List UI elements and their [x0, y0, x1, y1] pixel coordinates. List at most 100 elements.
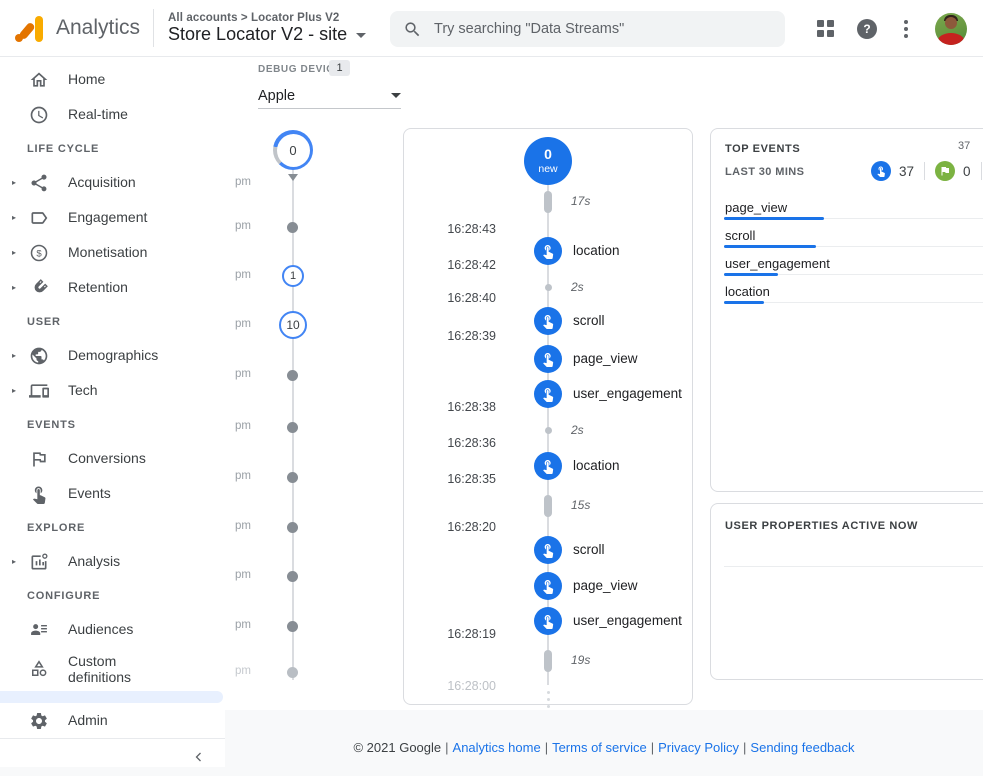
stream-event-name[interactable]: scroll: [573, 313, 605, 328]
sidebar-item-custom-definitions[interactable]: Custom definitions: [0, 647, 225, 691]
stream-gap-duration: 19s: [571, 653, 590, 667]
sidebar-item-admin[interactable]: Admin: [0, 703, 225, 738]
debug-device-count-badge: 1: [329, 60, 350, 76]
user-properties-title: USER PROPERTIES ACTIVE NOW: [725, 520, 918, 532]
debugview-selected-highlight[interactable]: [0, 691, 223, 703]
main-content: DEBUG DEVICE 1 Apple 0 pmpmpm1pm10pmpmpm…: [225, 57, 983, 776]
sidebar-item-conversions[interactable]: Conversions: [0, 441, 225, 476]
footer-link-analytics-home[interactable]: Analytics home: [453, 740, 541, 755]
tech-icon: [29, 381, 49, 401]
top-event-bar: [724, 217, 824, 220]
stream-event-name[interactable]: location: [573, 458, 620, 473]
stream-gap-duration: 2s: [571, 280, 584, 294]
sidebar-item-retention[interactable]: ▸Retention: [0, 270, 225, 305]
admin-icon: [29, 711, 49, 731]
analytics-logo-icon[interactable]: [15, 15, 45, 42]
user-properties-card: USER PROPERTIES ACTIVE NOW: [710, 503, 983, 680]
top-event-name[interactable]: user_engagement: [725, 256, 830, 271]
sidebar-item-label: Acquisition: [68, 174, 178, 190]
minute-dot: [287, 472, 298, 483]
more-options-icon[interactable]: [900, 20, 912, 38]
touch-counter-icon: [871, 161, 891, 181]
event-touch-icon[interactable]: [534, 237, 562, 265]
stream-timestamp: 16:28:19: [404, 627, 496, 641]
events-icon: [29, 484, 49, 504]
minute-count-ring[interactable]: 10: [279, 311, 307, 339]
conversions-icon: [29, 449, 49, 469]
top-events-total: 37: [958, 140, 970, 152]
stream-event-name[interactable]: page_view: [573, 351, 638, 366]
debug-device-select[interactable]: Apple: [258, 83, 401, 109]
copyright: © 2021 Google: [353, 740, 441, 755]
counter-divider: [981, 162, 982, 180]
minute-dot: [287, 222, 298, 233]
minute-label: pm: [225, 318, 251, 330]
stream-event-name[interactable]: user_engagement: [573, 613, 682, 628]
sidebar-item-monetisation[interactable]: ▸$Monetisation: [0, 235, 225, 270]
stream-timestamp: 16:28:39: [404, 329, 496, 343]
stream-gap-duration: 15s: [571, 498, 590, 512]
help-icon[interactable]: ?: [857, 19, 877, 39]
footer-link-privacy-policy[interactable]: Privacy Policy: [658, 740, 739, 755]
stream-gap-duration: 2s: [571, 423, 584, 437]
event-touch-icon[interactable]: [534, 307, 562, 335]
stream-timestamp: 16:28:40: [404, 291, 496, 305]
sidebar-item-events[interactable]: Events: [0, 476, 225, 511]
collapse-sidebar-button[interactable]: [187, 745, 211, 769]
minute-count-ring[interactable]: 1: [282, 265, 304, 287]
sidebar-item-analysis[interactable]: ▸Analysis: [0, 544, 225, 579]
minute-dot: [287, 522, 298, 533]
top-event-name[interactable]: page_view: [725, 200, 787, 215]
sidebar-item-real-time[interactable]: Real-time: [0, 97, 225, 132]
stream-event-name[interactable]: user_engagement: [573, 386, 682, 401]
top-event-bar: [724, 273, 778, 276]
expand-arrow-icon: ▸: [12, 248, 27, 257]
top-event-name[interactable]: location: [725, 284, 770, 299]
stream-current-bubble[interactable]: 0 new: [524, 137, 572, 185]
expand-arrow-icon: ▸: [12, 283, 27, 292]
flag-counter-icon: [935, 161, 955, 181]
sidebar-item-demographics[interactable]: ▸Demographics: [0, 338, 225, 373]
avatar[interactable]: [935, 13, 967, 45]
event-touch-icon[interactable]: [534, 536, 562, 564]
minute-label: pm: [225, 665, 251, 677]
sidebar-item-audiences[interactable]: Audiences: [0, 612, 225, 647]
top-event-name[interactable]: scroll: [725, 228, 755, 243]
sidebar-item-home[interactable]: Home: [0, 62, 225, 97]
minute-label: pm: [225, 176, 251, 188]
sidebar-item-acquisition[interactable]: ▸Acquisition: [0, 165, 225, 200]
event-stream-card: 0 new 17s16:28:43location16:28:422s16:28…: [403, 128, 693, 705]
search-input[interactable]: Try searching "Data Streams": [390, 11, 785, 47]
counter-divider: [924, 162, 925, 180]
footer-link-terms-of-service[interactable]: Terms of service: [552, 740, 647, 755]
stream-gap-capsule: [544, 650, 552, 672]
sidebar-item-engagement[interactable]: ▸Engagement: [0, 200, 225, 235]
footer: © 2021 Google|Analytics home|Terms of se…: [225, 740, 983, 755]
search-placeholder: Try searching "Data Streams": [434, 21, 624, 37]
event-touch-icon[interactable]: [534, 380, 562, 408]
minute-label: pm: [225, 470, 251, 482]
breadcrumb[interactable]: All accounts > Locator Plus V2: [168, 12, 366, 24]
events-count: 37: [899, 164, 914, 179]
event-touch-icon[interactable]: [534, 452, 562, 480]
event-touch-icon[interactable]: [534, 607, 562, 635]
minute-dot: [287, 422, 298, 433]
sidebar-section-events: EVENTS: [0, 408, 225, 441]
minute-dot: [287, 667, 298, 678]
clock-icon: [29, 105, 49, 125]
chevron-down-icon: [356, 33, 366, 38]
property-switcher[interactable]: Store Locator V2 - site: [168, 24, 366, 45]
sidebar-item-tech[interactable]: ▸Tech: [0, 373, 225, 408]
sidebar-item-label: Admin: [68, 712, 178, 728]
sidebar-item-label: Tech: [68, 382, 178, 398]
stream-event-name[interactable]: page_view: [573, 578, 638, 593]
stream-event-name[interactable]: scroll: [573, 542, 605, 557]
event-touch-icon[interactable]: [534, 345, 562, 373]
event-touch-icon[interactable]: [534, 572, 562, 600]
footer-link-sending-feedback[interactable]: Sending feedback: [750, 740, 854, 755]
audiences-icon: [29, 620, 49, 640]
minute-timeline-current-ring[interactable]: 0: [273, 130, 313, 170]
apps-grid-icon[interactable]: [817, 20, 834, 37]
sidebar-section-configure: CONFIGURE: [0, 579, 225, 612]
stream-event-name[interactable]: location: [573, 243, 620, 258]
